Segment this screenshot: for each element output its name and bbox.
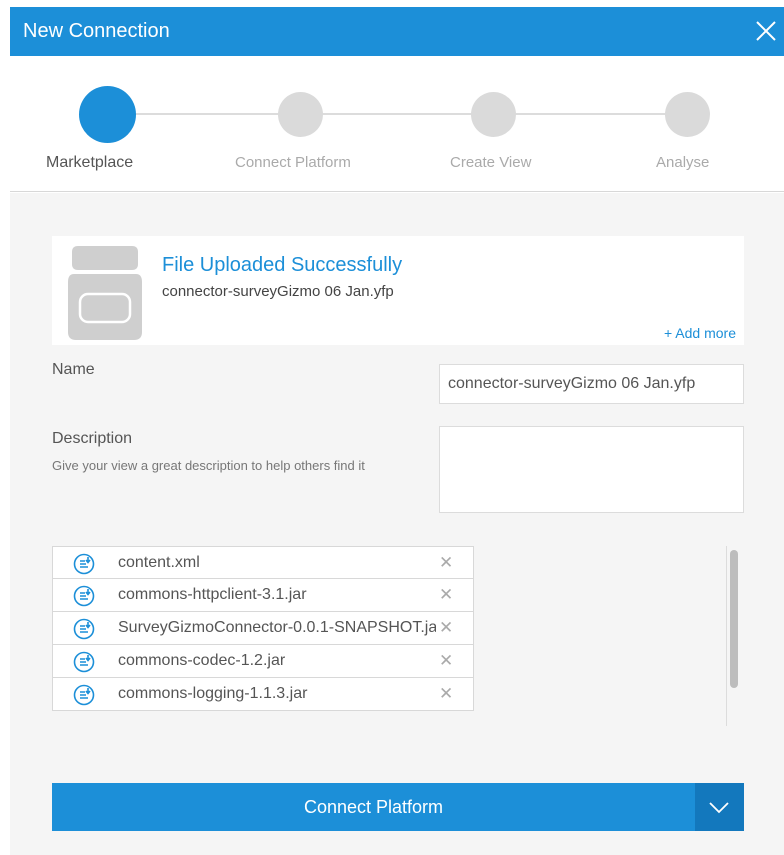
file-row: commons-codec-1.2.jar ✕	[52, 645, 474, 678]
file-list-icon	[73, 553, 95, 575]
step-create-view-label: Create View	[450, 154, 532, 171]
remove-file-icon[interactable]: ✕	[439, 585, 453, 605]
step-connect-platform-label: Connect Platform	[235, 154, 351, 171]
file-list-icon	[73, 651, 95, 673]
name-input[interactable]: connector-surveyGizmo 06 Jan.yfp	[439, 364, 744, 404]
step-analyse-dot[interactable]	[665, 92, 710, 137]
scrollbar-thumb[interactable]	[730, 550, 738, 688]
file-list-icon	[73, 585, 95, 607]
file-row: commons-httpclient-3.1.jar ✕	[52, 579, 474, 612]
description-hint: Give your view a great description to he…	[52, 458, 365, 473]
upload-status-panel: File Uploaded Successfully connector-sur…	[52, 236, 744, 345]
file-list-icon	[73, 684, 95, 706]
step-connect-platform-dot[interactable]	[278, 92, 323, 137]
wizard-stepper: Marketplace Connect Platform Create View…	[10, 56, 784, 192]
file-name: content.xml	[118, 554, 200, 571]
close-icon[interactable]	[754, 19, 778, 43]
file-name: commons-codec-1.2.jar	[118, 652, 286, 669]
step-analyse-label: Analyse	[656, 154, 710, 171]
step-marketplace-dot[interactable]	[79, 86, 136, 143]
dialog-title: New Connection	[23, 20, 170, 42]
step-marketplace-label: Marketplace	[46, 154, 134, 171]
name-label: Name	[52, 361, 95, 378]
connect-options-dropdown[interactable]	[695, 783, 744, 831]
file-list-icon	[73, 618, 95, 640]
dialog-titlebar: New Connection	[10, 7, 784, 56]
remove-file-icon[interactable]: ✕	[439, 553, 453, 573]
file-list: content.xml ✕ commons-httpclient-3.1.jar…	[52, 546, 474, 726]
file-row: SurveyGizmoConnector-0.0.1-SNAPSHOT.jar …	[52, 612, 474, 645]
chevron-down-icon	[709, 802, 729, 814]
stepper-track	[110, 113, 690, 115]
uploaded-filename: connector-surveyGizmo 06 Jan.yfp	[162, 283, 394, 300]
step-create-view-dot[interactable]	[471, 92, 516, 137]
description-input[interactable]	[439, 426, 744, 513]
remove-file-icon[interactable]: ✕	[439, 618, 453, 638]
description-label: Description	[52, 430, 133, 447]
file-row: commons-logging-1.1.3.jar ✕	[52, 678, 474, 711]
remove-file-icon[interactable]: ✕	[439, 684, 453, 704]
file-row: content.xml ✕	[52, 546, 474, 579]
upload-success-title: File Uploaded Successfully	[162, 254, 403, 276]
scrollbar-track[interactable]	[726, 546, 727, 726]
jar-icon	[66, 244, 144, 345]
add-more-link[interactable]: + Add more	[664, 325, 736, 341]
file-name: commons-logging-1.1.3.jar	[118, 685, 308, 702]
remove-file-icon[interactable]: ✕	[439, 651, 453, 671]
dialog-body: File Uploaded Successfully connector-sur…	[10, 193, 784, 855]
connect-platform-button[interactable]: Connect Platform	[52, 783, 695, 831]
file-name: commons-httpclient-3.1.jar	[118, 586, 307, 603]
file-name: SurveyGizmoConnector-0.0.1-SNAPSHOT.jar	[118, 619, 436, 636]
